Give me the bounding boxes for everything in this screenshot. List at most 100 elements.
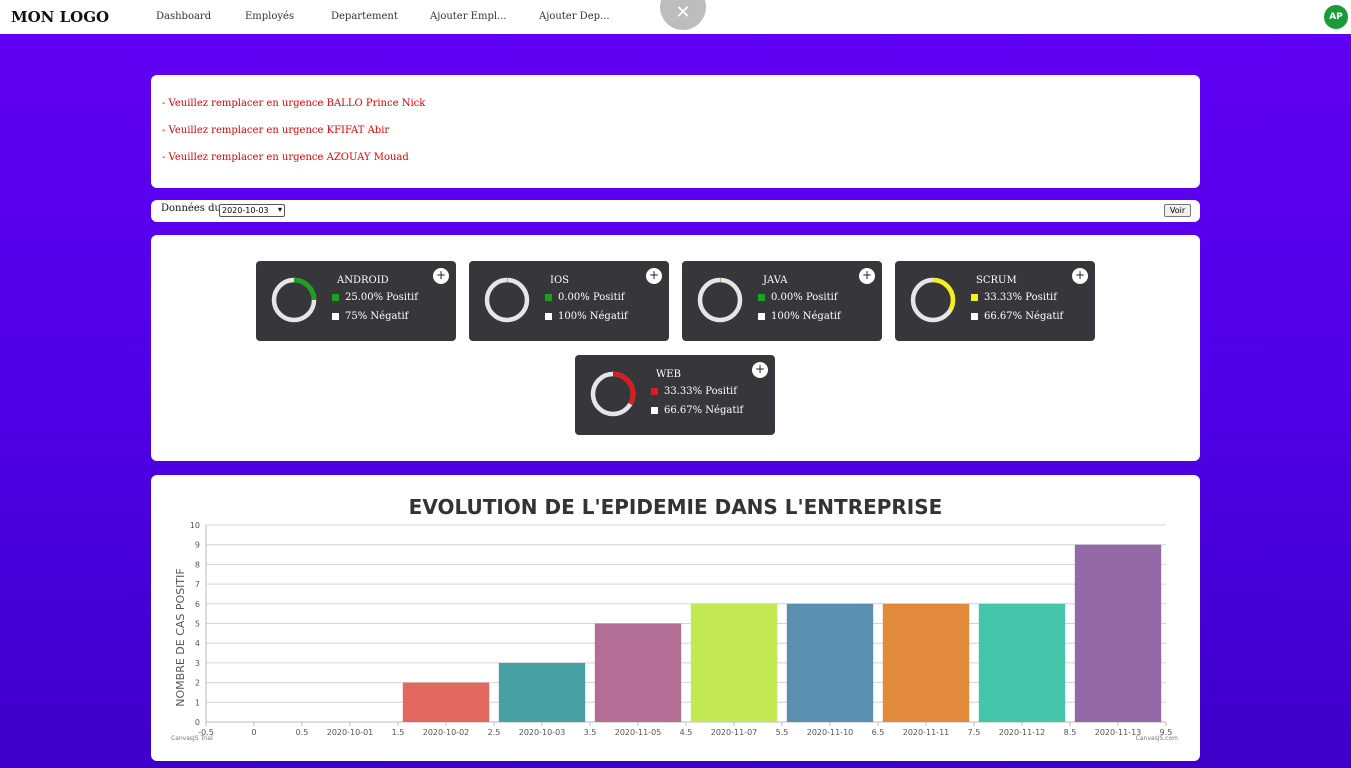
positive-legend-square [758,294,765,301]
x-tick-label: 2.5 [488,728,501,737]
department-card-java: JAVA + 0.00% Positif 100% Négatif [682,261,882,341]
chart-bar [786,603,874,722]
department-card-scrum: SCRUM + 33.33% Positif 66.67% Négatif [895,261,1095,341]
donut-ring [590,371,636,417]
y-tick-label: 1 [195,698,200,707]
donut-ring [910,277,956,323]
bar-chart: 012345678910-0.5 0 0.5 2020-10-01 1.5 2020-10… [171,521,1178,742]
expand-button[interactable]: + [1072,268,1088,284]
x-tick-label: 2020-11-07 [711,728,758,737]
y-tick-label: 10 [190,521,200,530]
alert-message: - Veuillez remplacer en urgence KFIFAT A… [162,125,390,136]
x-tick-label: 2020-10-02 [423,728,470,737]
nav-dashboard[interactable]: Dashboard [156,11,211,22]
x-tick-label: 2020-11-13 [1095,728,1142,737]
donut-ring [697,277,743,323]
negative-legend-square [545,313,552,320]
negative-percent: 100% Négatif [558,311,628,322]
close-button[interactable]: ✕ [660,0,706,30]
watermark-left: CanvasJS Trial [171,735,213,742]
y-tick-label: 8 [195,560,200,569]
chart-bar [498,662,586,722]
close-icon: ✕ [675,1,691,23]
positive-percent: 33.33% Positif [664,386,737,397]
departments-card: ANDROID + 25.00% Positif 75% Négatif IOS… [151,235,1200,461]
x-tick-label: 2020-11-10 [807,728,854,737]
positive-percent: 0.00% Positif [771,292,838,303]
positive-legend-square [971,294,978,301]
x-tick-label: 2020-10-03 [519,728,566,737]
y-tick-label: 9 [195,541,200,550]
chart-bar [978,603,1066,722]
negative-legend-square [651,407,658,414]
negative-percent: 75% Négatif [345,311,409,322]
nav-ajouter-employe[interactable]: Ajouter Empl... [430,11,507,22]
positive-legend-square [545,294,552,301]
y-tick-label: 6 [195,600,200,609]
chart-bar [882,603,970,722]
expand-button[interactable]: + [433,268,449,284]
chart-bar [402,682,490,722]
alerts-card: - Veuillez remplacer en urgence BALLO Pr… [151,75,1200,188]
positive-percent: 33.33% Positif [984,292,1057,303]
date-filter-bar: Données du : 2020-10-03 ▾ Voir [151,200,1200,222]
chevron-down-icon: ▾ [277,205,282,214]
expand-button[interactable]: + [752,362,768,378]
avatar[interactable]: AP [1324,5,1348,29]
department-name: ANDROID [337,275,389,286]
x-tick-label: 2020-11-11 [903,728,950,737]
expand-button[interactable]: + [859,268,875,284]
chart-bar [594,623,682,722]
negative-legend-square [971,313,978,320]
watermark-right: CanvasJS.com [1136,735,1178,742]
chart-bar [1074,544,1162,722]
x-tick-label: 0.5 [296,728,309,737]
y-tick-label: 7 [195,580,200,589]
donut-track [484,277,530,323]
x-tick-label: 4.5 [680,728,693,737]
negative-percent: 100% Négatif [771,311,841,322]
donut-ring [271,277,317,323]
voir-button[interactable]: Voir [1164,204,1191,217]
nav-departement[interactable]: Departement [331,11,398,22]
chart-bar [690,603,778,722]
alert-message: - Veuillez remplacer en urgence BALLO Pr… [162,98,426,109]
positive-legend-square [332,294,339,301]
nav-employes[interactable]: Employés [245,11,294,22]
donut-track [697,277,743,323]
negative-legend-square [332,313,339,320]
date-select-value: 2020-10-03 [222,206,269,215]
negative-legend-square [758,313,765,320]
x-tick-label: 1.5 [392,728,405,737]
x-tick-label: 2020-10-01 [327,728,374,737]
positive-percent: 0.00% Positif [558,292,625,303]
alert-message: - Veuillez remplacer en urgence AZOUAY M… [162,152,409,163]
y-tick-label: 3 [195,659,200,668]
expand-button[interactable]: + [646,268,662,284]
logo[interactable]: MON LOGO [11,8,109,26]
x-tick-label: 8.5 [1064,728,1077,737]
negative-percent: 66.67% Négatif [984,311,1064,322]
chart-card: EVOLUTION DE L'EPIDEMIE DANS L'ENTREPRIS… [151,475,1200,761]
date-select[interactable]: 2020-10-03 ▾ [219,204,285,217]
y-tick-label: 2 [195,679,200,688]
department-card-android: ANDROID + 25.00% Positif 75% Négatif [256,261,456,341]
x-tick-label: 7.5 [968,728,981,737]
y-axis-label: NOMBRE DE CAS POSITIF [174,568,187,706]
y-tick-label: 4 [195,639,200,648]
donut-ring [484,277,530,323]
date-filter-label: Données du : [161,203,228,214]
x-tick-label: 2020-11-05 [615,728,662,737]
department-card-ios: IOS + 0.00% Positif 100% Négatif [469,261,669,341]
y-tick-label: 5 [195,620,200,629]
x-tick-label: 0 [251,728,256,737]
x-tick-label: 6.5 [872,728,885,737]
department-name: WEB [656,369,681,380]
department-card-web: WEB + 33.33% Positif 66.67% Négatif [575,355,775,435]
x-tick-label: 3.5 [584,728,597,737]
department-name: IOS [550,275,569,286]
negative-percent: 66.67% Négatif [664,405,744,416]
department-name: SCRUM [976,275,1017,286]
nav-ajouter-departement[interactable]: Ajouter Dep... [539,11,610,22]
y-tick-label: 0 [195,718,200,727]
